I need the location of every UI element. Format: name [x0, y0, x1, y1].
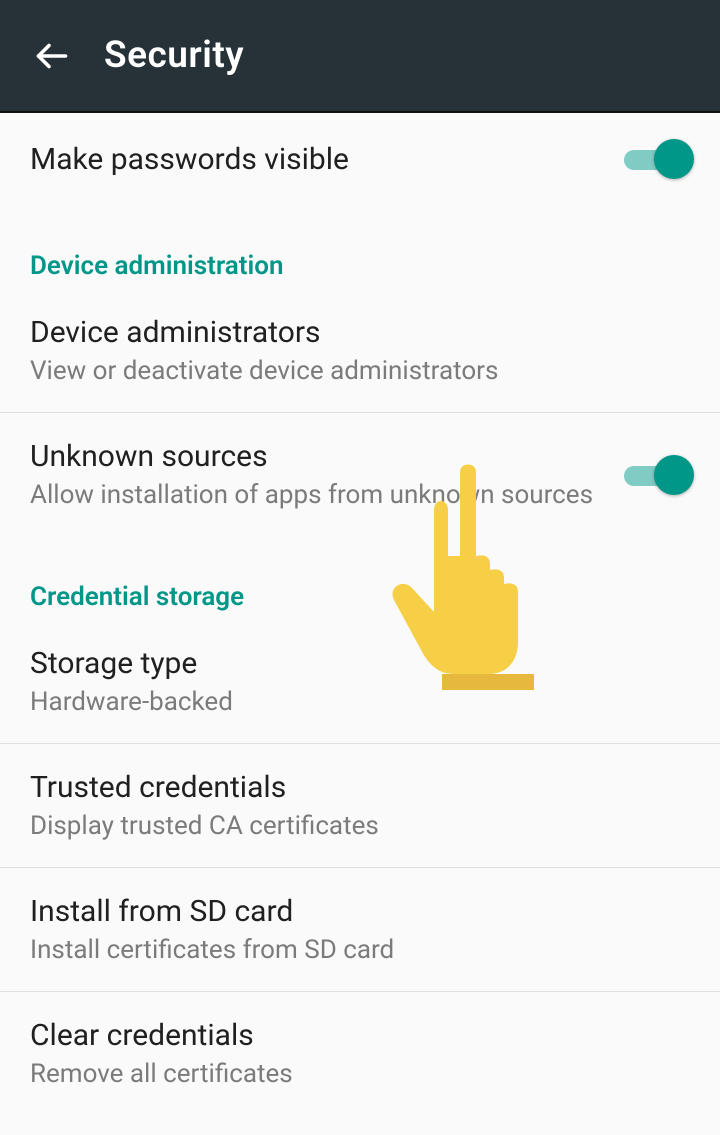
- section-credential-storage: Credential storage: [0, 536, 720, 620]
- item-storage-type[interactable]: Storage type Hardware-backed: [0, 620, 720, 743]
- item-install-from-sd-card[interactable]: Install from SD card Install certificate…: [0, 868, 720, 991]
- item-title: Trusted credentials: [30, 770, 666, 805]
- item-make-passwords-visible[interactable]: Make passwords visible: [0, 113, 720, 205]
- app-bar: Security: [0, 0, 720, 113]
- toggle-unknown-sources[interactable]: [624, 455, 690, 495]
- item-subtitle: Install certificates from SD card: [30, 935, 666, 965]
- back-button[interactable]: [28, 32, 76, 80]
- section-device-administration: Device administration: [0, 205, 720, 289]
- item-subtitle: Allow installation of apps from unknown …: [30, 480, 600, 510]
- item-title: Install from SD card: [30, 894, 666, 929]
- switch-thumb: [654, 139, 694, 179]
- item-subtitle: Display trusted CA certificates: [30, 811, 666, 841]
- page-title: Security: [104, 34, 244, 77]
- toggle-make-passwords-visible[interactable]: [624, 139, 690, 179]
- item-subtitle: Remove all certificates: [30, 1059, 666, 1089]
- item-title: Storage type: [30, 646, 666, 681]
- item-trusted-credentials[interactable]: Trusted credentials Display trusted CA c…: [0, 744, 720, 867]
- item-title: Clear credentials: [30, 1018, 666, 1053]
- item-unknown-sources[interactable]: Unknown sources Allow installation of ap…: [0, 413, 720, 536]
- item-subtitle: View or deactivate device administrators: [30, 356, 666, 386]
- item-device-administrators[interactable]: Device administrators View or deactivate…: [0, 289, 720, 412]
- item-title: Device administrators: [30, 315, 666, 350]
- switch-thumb: [654, 455, 694, 495]
- item-title: Make passwords visible: [30, 142, 600, 177]
- item-clear-credentials[interactable]: Clear credentials Remove all certificate…: [0, 992, 720, 1099]
- item-title: Unknown sources: [30, 439, 600, 474]
- arrow-back-icon: [34, 38, 70, 74]
- item-subtitle: Hardware-backed: [30, 687, 666, 717]
